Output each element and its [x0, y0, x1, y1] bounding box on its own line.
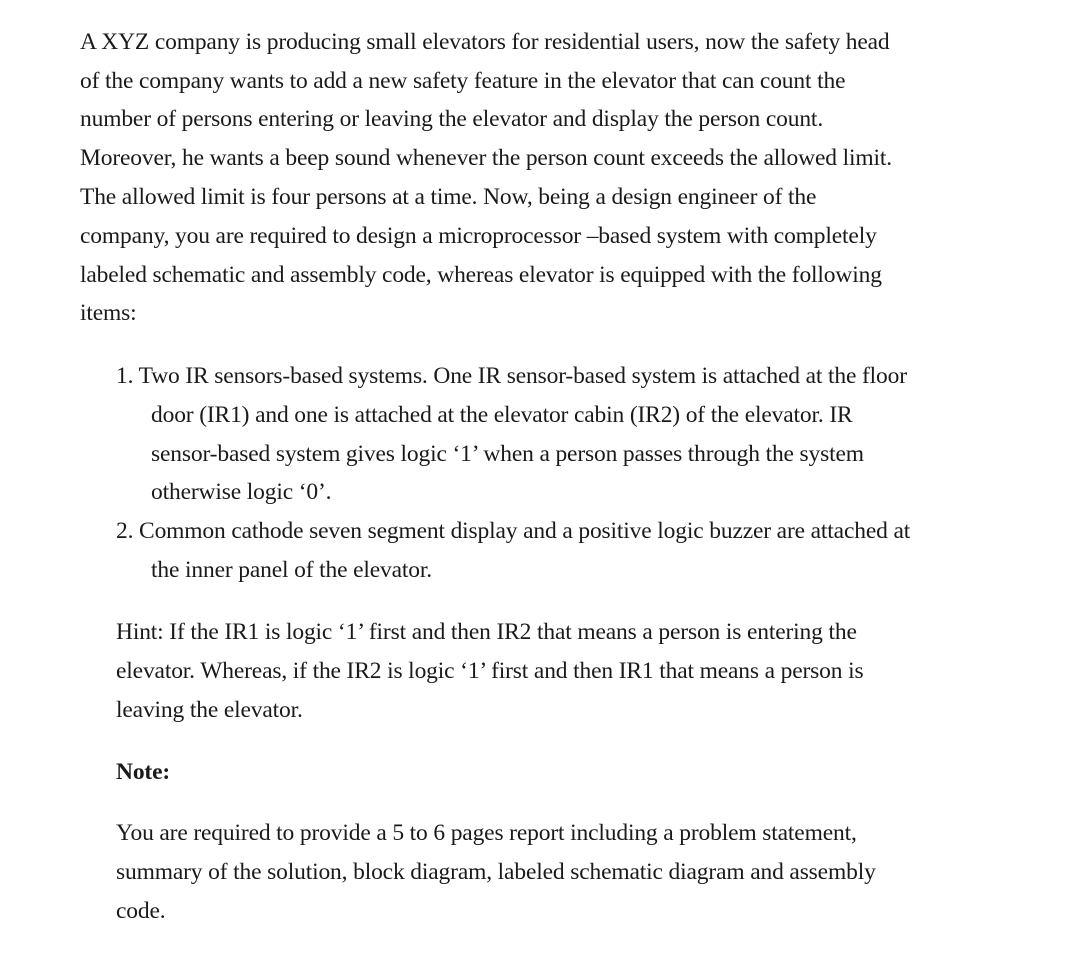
note-line: You are required to provide a 5 to 6 pag… — [116, 820, 857, 846]
intro-line: A XYZ company is producing small elevato… — [80, 29, 890, 55]
intro-line: company, you are required to design a mi… — [80, 223, 877, 249]
intro-line: number of persons entering or leaving th… — [80, 106, 824, 132]
note-heading: Note: — [116, 759, 171, 785]
list-item-line: 2. Common cathode seven segment display … — [116, 518, 911, 544]
list-item-line: sensor-based system gives logic ‘1’ when… — [151, 441, 864, 467]
list-item-line: 1. Two IR sensors-based systems. One IR … — [116, 363, 907, 389]
intro-line: of the company wants to add a new safety… — [80, 68, 846, 94]
intro-line: labeled schematic and assembly code, whe… — [80, 262, 882, 288]
hint-line: leaving the elevator. — [116, 697, 303, 723]
intro-line: The allowed limit is four persons at a t… — [80, 184, 817, 210]
hint-line: elevator. Whereas, if the IR2 is logic ‘… — [116, 658, 864, 684]
note-line: code. — [116, 898, 166, 924]
intro-line: items: — [80, 300, 137, 326]
intro-line: Moreover, he wants a beep sound whenever… — [80, 145, 892, 171]
list-item-line: the inner panel of the elevator. — [151, 557, 432, 583]
hint-line: Hint: If the IR1 is logic ‘1’ first and … — [116, 619, 857, 645]
note-line: summary of the solution, block diagram, … — [116, 859, 876, 885]
document-page: A XYZ company is producing small elevato… — [0, 0, 1080, 962]
list-item-line: door (IR1) and one is attached at the el… — [151, 402, 853, 428]
list-item-line: otherwise logic ‘0’. — [151, 479, 332, 505]
